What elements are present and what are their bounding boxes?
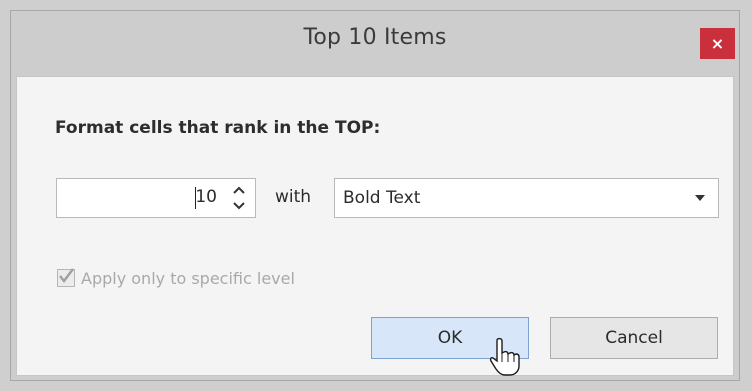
dropdown-arrow-icon xyxy=(695,195,705,201)
apply-level-label: Apply only to specific level xyxy=(81,268,295,288)
apply-level-option[interactable]: Apply only to specific level xyxy=(57,267,295,289)
title-bar[interactable]: Top 10 Items × xyxy=(11,11,739,77)
format-selected-value: Bold Text xyxy=(343,188,421,208)
dialog-body: Format cells that rank in the TOP: 10 wi… xyxy=(16,76,734,376)
rank-count-spinner[interactable]: 10 xyxy=(56,178,256,218)
top-10-items-dialog: Top 10 Items × Format cells that rank in… xyxy=(10,10,740,381)
close-button[interactable]: × xyxy=(700,28,735,59)
mouse-pointer-icon xyxy=(489,337,520,376)
checkmark-icon xyxy=(59,268,74,283)
with-label: with xyxy=(275,187,312,207)
rank-heading: Format cells that rank in the TOP: xyxy=(55,118,381,138)
format-dropdown[interactable]: Bold Text xyxy=(334,178,719,218)
chevron-up-icon xyxy=(233,186,245,194)
spin-up-button[interactable] xyxy=(232,183,246,197)
apply-level-checkbox[interactable] xyxy=(57,268,75,287)
rank-count-value: 10 xyxy=(195,187,217,207)
chevron-down-icon xyxy=(233,202,245,210)
cancel-button[interactable]: Cancel xyxy=(550,317,718,359)
spin-down-button[interactable] xyxy=(232,199,246,213)
close-icon: × xyxy=(710,34,725,53)
dialog-title: Top 10 Items xyxy=(303,25,447,50)
